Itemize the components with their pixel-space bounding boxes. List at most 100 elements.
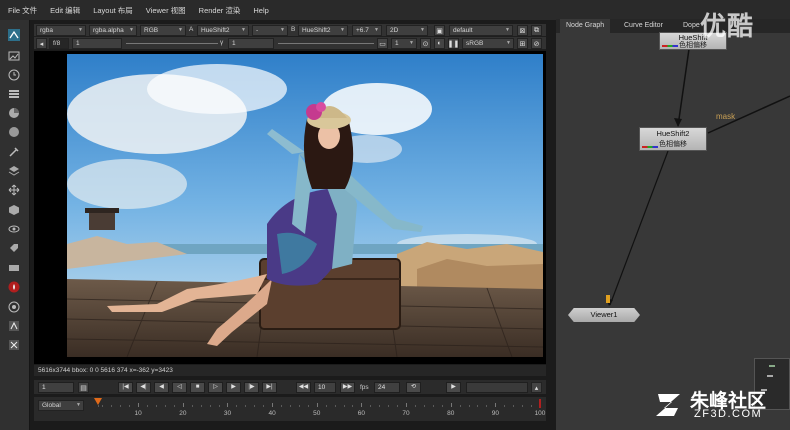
filter-tool-icon[interactable] <box>6 125 22 139</box>
playback-options-icon[interactable]: ▴ <box>531 382 542 393</box>
alpha-channel-dropdown[interactable]: rgba.alpha ▼ <box>89 25 137 36</box>
timeline-scale[interactable]: 10 20 30 40 50 60 70 80 90 100 <box>94 397 545 421</box>
transform-tool-icon[interactable] <box>6 183 22 197</box>
toolset-icon[interactable] <box>6 338 22 352</box>
wipe-mode-dropdown[interactable]: - ▼ <box>252 25 288 36</box>
timeline-mode-dropdown[interactable]: Global ▼ <box>38 400 84 411</box>
view-mode-dropdown[interactable]: 2D ▼ <box>386 25 428 36</box>
timeline-tick <box>182 403 184 407</box>
time-tool-icon[interactable] <box>6 68 22 82</box>
timeline-tick-label: 90 <box>491 410 499 417</box>
playback-range-field[interactable] <box>466 382 528 393</box>
timeline-tick <box>147 405 149 407</box>
display-dropdown[interactable]: RGB ▼ <box>140 25 186 36</box>
input-a-dropdown[interactable]: HueShift2 ▼ <box>197 25 249 36</box>
step-forward-button[interactable]: ▶▶ <box>340 382 355 393</box>
fps-field[interactable]: 24 <box>374 382 400 393</box>
timeline-tick <box>379 405 381 407</box>
clipping-icon[interactable]: ◐ <box>434 38 445 49</box>
next-frame-button[interactable]: ▶ <box>226 382 241 393</box>
current-frame-field[interactable]: 1 <box>38 382 74 393</box>
out-point-marker[interactable] <box>539 399 541 408</box>
gamma-field[interactable]: 1 <box>228 38 274 49</box>
nuke-logo-icon[interactable] <box>6 28 22 42</box>
flipbook-button[interactable]: ▶ <box>446 382 461 393</box>
next-keyframe-button[interactable]: |▶ <box>244 382 259 393</box>
menu-file[interactable]: File 文件 <box>8 5 37 16</box>
input-b-dropdown[interactable]: HueShift2 ▼ <box>298 25 348 36</box>
gain-field[interactable]: +6.7 ▼ <box>352 25 382 36</box>
lock-range-icon[interactable]: ▤ <box>78 382 89 393</box>
first-frame-button[interactable]: |◀ <box>118 382 133 393</box>
menu-bar: File 文件 Edit 编辑 Layout 布局 Viewer 视图 Rend… <box>0 0 790 20</box>
ofx-tool-icon[interactable] <box>6 300 22 314</box>
keyer-tool-icon[interactable] <box>6 145 22 159</box>
menu-viewer[interactable]: Viewer 视图 <box>146 5 186 16</box>
viewer-viewport[interactable] <box>34 51 546 364</box>
loop-mode-button[interactable]: ⟲ <box>406 382 421 393</box>
timeline-tick <box>307 405 309 407</box>
timeline-tick <box>209 405 211 407</box>
viewer-controls-row1: rgba ▼ rgba.alpha ▼ RGB ▼ A HueShift2 ▼ - ▼ B… <box>34 24 546 37</box>
channels-dropdown[interactable]: rgba ▼ <box>36 25 86 36</box>
timeline-tick <box>423 405 425 407</box>
timeline-tick <box>531 405 533 407</box>
monitor-icon[interactable]: ▭ <box>377 38 388 49</box>
timeline-tick <box>263 405 265 407</box>
last-frame-button[interactable]: ▶| <box>262 382 277 393</box>
roi-icon[interactable]: ⊙ <box>420 38 431 49</box>
views-tool-icon[interactable] <box>6 222 22 236</box>
proxy-dropdown[interactable]: 1 ▼ <box>391 38 417 49</box>
menu-layout[interactable]: Layout 布局 <box>93 5 133 16</box>
image-tool-icon[interactable] <box>6 49 22 63</box>
mask-input-label: mask <box>716 112 736 121</box>
timeline-tick-label: 50 <box>313 410 321 417</box>
timeline[interactable]: Global ▼ 10 20 30 40 50 60 70 80 90 100 <box>34 397 546 421</box>
channel-tool-icon[interactable] <box>6 87 22 101</box>
gamma-slider[interactable] <box>278 43 374 44</box>
frame-value-field[interactable]: 1 <box>72 38 122 49</box>
hueshift2-node[interactable]: HueShift2 色相偏移 <box>639 127 707 151</box>
plugin-tool-icon[interactable] <box>6 319 22 333</box>
play-forward-button[interactable]: ▷ <box>208 382 223 393</box>
merge-tool-icon[interactable] <box>6 164 22 178</box>
menu-edit[interactable]: Edit 编辑 <box>50 5 80 16</box>
ip-icon[interactable]: ⊞ <box>517 38 528 49</box>
node-graph-panel[interactable]: Node Graph Curve Editor Dope HueShift 色相… <box>556 19 790 430</box>
metadata-tool-icon[interactable] <box>6 241 22 255</box>
furnace-tool-icon[interactable] <box>6 280 22 294</box>
colorspace-dropdown[interactable]: sRGB ▼ <box>462 38 514 49</box>
frame-back-icon[interactable]: ◂ <box>36 38 47 49</box>
input-a-label: A <box>189 26 194 33</box>
wipe-icon[interactable]: ⊘ <box>531 38 542 49</box>
prev-keyframe-button[interactable]: ◀| <box>136 382 151 393</box>
play-backward-button[interactable]: ◁ <box>172 382 187 393</box>
lock-icon[interactable]: ▣ <box>434 25 445 36</box>
playback-controls: 1 ▤ |◀ ◀| ◀ ◁ ■ ▷ ▶ |▶ ▶| ◀◀ 10 ▶▶ fps 2… <box>34 380 546 394</box>
timeline-tick <box>245 405 247 407</box>
exposure-slider[interactable] <box>126 43 218 44</box>
fps-label: fps <box>360 384 369 391</box>
stop-button[interactable]: ■ <box>190 382 205 393</box>
step-field[interactable]: 10 <box>314 382 336 393</box>
viewer1-node[interactable]: Viewer1 <box>568 308 640 322</box>
3d-tool-icon[interactable] <box>6 203 22 217</box>
color-tool-icon[interactable] <box>6 106 22 120</box>
timeline-tick <box>164 405 166 407</box>
viewer-float-icon[interactable]: ⧉ <box>531 25 542 36</box>
prev-frame-button[interactable]: ◀ <box>154 382 169 393</box>
menu-render[interactable]: Render 渲染 <box>199 5 241 16</box>
gamma-label: γ <box>220 39 224 46</box>
timeline-tick <box>191 405 193 407</box>
timeline-tick <box>120 405 122 407</box>
step-back-button[interactable]: ◀◀ <box>296 382 311 393</box>
frame-range-field[interactable]: f/8 <box>49 38 69 49</box>
current-frame-marker[interactable] <box>94 398 102 405</box>
viewer-settings-icon[interactable]: ⊠ <box>517 25 528 36</box>
menu-help[interactable]: Help <box>253 6 268 15</box>
other-tool-icon[interactable] <box>6 261 22 275</box>
timeline-tick <box>289 405 291 407</box>
pause-icon[interactable]: ❚❚ <box>448 38 459 49</box>
node-channel-indicator <box>662 45 678 47</box>
lut-dropdown[interactable]: default ▼ <box>449 25 513 36</box>
